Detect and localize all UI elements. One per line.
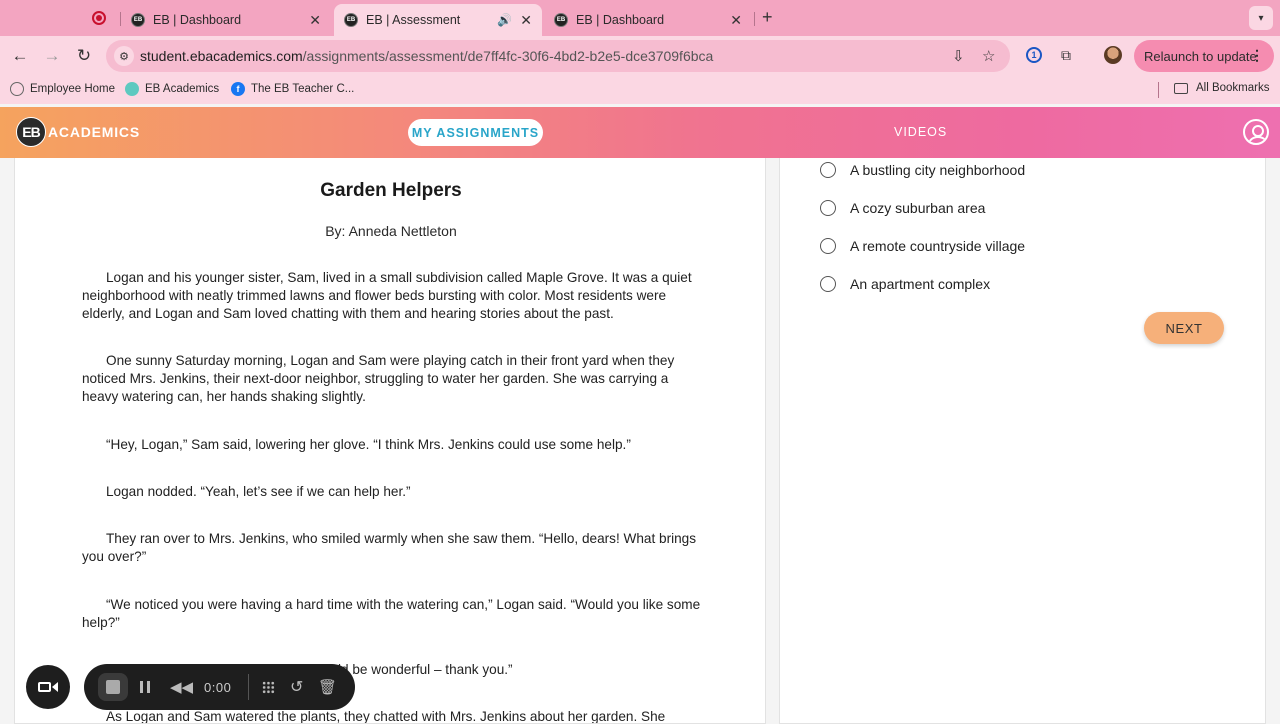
profile-avatar[interactable] xyxy=(1104,46,1122,64)
relaunch-label: Relaunch to update xyxy=(1144,48,1257,64)
user-account-icon[interactable] xyxy=(1243,119,1269,145)
passage-paragraph: Logan and his younger sister, Sam, lived… xyxy=(82,270,692,322)
eb-favicon-icon: EB xyxy=(131,13,145,27)
relaunch-to-update-button[interactable]: Relaunch to update ⋮ xyxy=(1134,40,1274,72)
camera-toggle-button[interactable] xyxy=(26,665,70,709)
reading-passage-panel: Garden Helpers By: Anneda Nettleton Loga… xyxy=(14,158,766,724)
bookmarks-separator xyxy=(1158,82,1159,98)
answer-option[interactable]: A cozy suburban area xyxy=(820,200,985,216)
tab-title: EB | Dashboard xyxy=(576,13,665,27)
url-text[interactable]: student.ebacademics.com/assignments/asse… xyxy=(140,48,713,64)
close-tab-icon[interactable]: ✕ xyxy=(309,12,321,29)
rewind-icon[interactable]: ◀◀ xyxy=(170,677,193,697)
address-bar[interactable]: ⚙ student.ebacademics.com/assignments/as… xyxy=(106,40,1010,72)
option-label: An apartment complex xyxy=(850,276,991,292)
option-label: A remote countryside village xyxy=(850,238,1026,254)
pause-icon xyxy=(140,681,150,693)
passage-paragraph: One sunny Saturday morning, Logan and Sa… xyxy=(82,353,675,405)
restart-icon[interactable]: ↺ xyxy=(290,677,303,697)
tab-title: EB | Assessment xyxy=(366,13,461,27)
tab-dashboard-1[interactable]: EB EB | Dashboard ✕ xyxy=(121,4,331,36)
close-tab-icon[interactable]: ✕ xyxy=(520,12,532,29)
bookmark-eb-academics[interactable]: EB Academics xyxy=(125,82,219,96)
reload-icon[interactable]: ↻ xyxy=(72,44,96,68)
new-tab-button[interactable]: + xyxy=(762,7,773,28)
install-app-icon[interactable]: ⇩ xyxy=(952,47,965,65)
close-tab-icon[interactable]: ✕ xyxy=(730,12,742,29)
drag-handle[interactable] xyxy=(262,677,275,697)
recorder-controls: ◀◀ 0:00 ↺ 🗑 xyxy=(84,664,355,710)
facebook-icon: f xyxy=(231,82,245,96)
answer-option[interactable]: A bustling city neighborhood xyxy=(820,162,1025,178)
all-bookmarks-button[interactable]: All Bookmarks xyxy=(1174,82,1270,94)
passage-paragraph: As Logan and Sam watered the plants, the… xyxy=(106,709,666,724)
eb-academics-logo[interactable]: EB ACADEMICS xyxy=(16,117,140,147)
bookmark-eb-teacher[interactable]: f The EB Teacher C... xyxy=(231,82,354,96)
radio-button[interactable] xyxy=(820,162,836,178)
passage-paragraph: “We noticed you were having a hard time … xyxy=(82,597,701,631)
passage-paragraph: ld be wonderful – thank you.” xyxy=(338,662,513,677)
tab-title: EB | Dashboard xyxy=(153,13,242,27)
site-info-icon[interactable]: ⚙ xyxy=(114,46,134,66)
passage-byline: By: Anneda Nettleton xyxy=(325,223,457,239)
logo-word: ACADEMICS xyxy=(48,124,140,140)
passage-paragraph: “Hey, Logan,” Sam said, lowering her glo… xyxy=(106,437,631,452)
stop-recording-button[interactable] xyxy=(98,673,128,701)
recording-timer: 0:00 xyxy=(204,679,232,695)
nav-videos[interactable]: VIDEOS xyxy=(894,125,947,139)
tab-search-chevron-icon[interactable]: ▾ xyxy=(1249,6,1273,30)
option-label: A cozy suburban area xyxy=(850,200,986,216)
password-manager-icon[interactable]: 1 xyxy=(1026,47,1042,63)
browser-tab-strip: EB EB | Dashboard ✕ EB EB | Assessment 🔊… xyxy=(0,0,1280,36)
bookmark-label: EB Academics xyxy=(145,83,220,95)
tab-assessment[interactable]: EB EB | Assessment 🔊 ✕ xyxy=(334,4,542,36)
passage-paragraph: Logan nodded. “Yeah, let’s see if we can… xyxy=(106,484,411,499)
eb-academics-icon xyxy=(125,82,139,96)
all-bookmarks-label: All Bookmarks xyxy=(1196,82,1270,94)
passage-paragraph: They ran over to Mrs. Jenkins, who smile… xyxy=(82,531,697,565)
eb-favicon-icon: EB xyxy=(554,13,568,27)
question-panel: A bustling city neighborhood A cozy subu… xyxy=(779,158,1266,724)
trash-icon[interactable]: 🗑 xyxy=(318,677,337,697)
video-camera-icon xyxy=(38,682,51,692)
forward-arrow-icon[interactable]: → xyxy=(40,44,64,68)
camera-lens-icon xyxy=(52,682,58,692)
bookmark-label: Employee Home xyxy=(30,83,116,95)
logo-mark: EB xyxy=(16,117,46,147)
back-arrow-icon[interactable]: ← xyxy=(8,44,32,68)
recording-indicator-icon xyxy=(92,11,106,25)
option-label: A bustling city neighborhood xyxy=(850,162,1026,178)
gauge-icon xyxy=(10,82,24,96)
recorder-separator xyxy=(248,674,249,700)
eb-favicon-icon: EB xyxy=(344,13,358,27)
speaker-icon[interactable]: 🔊 xyxy=(497,13,512,27)
extensions-puzzle-icon[interactable]: ⧉ xyxy=(1056,45,1076,65)
kebab-menu-icon[interactable]: ⋮ xyxy=(1250,47,1264,64)
pause-button[interactable] xyxy=(140,677,150,697)
bookmarks-bar: Employee Home EB Academics f The EB Teac… xyxy=(0,76,1280,104)
radio-button[interactable] xyxy=(820,200,836,216)
bookmark-label: The EB Teacher C... xyxy=(251,83,355,95)
folder-icon xyxy=(1174,82,1188,94)
bookmark-employee-home[interactable]: Employee Home xyxy=(10,82,115,96)
passage-title: Garden Helpers xyxy=(320,180,462,201)
answer-option[interactable]: An apartment complex xyxy=(820,276,990,292)
browser-toolbar: ← → ↻ ⚙ student.ebacademics.com/assignme… xyxy=(0,36,1280,76)
tab-separator xyxy=(754,12,755,26)
nav-my-assignments[interactable]: MY ASSIGNMENTS xyxy=(408,119,543,146)
radio-button[interactable] xyxy=(820,238,836,254)
next-button[interactable]: NEXT xyxy=(1144,312,1224,344)
bookmark-star-icon[interactable]: ☆ xyxy=(982,47,995,65)
radio-button[interactable] xyxy=(820,276,836,292)
answer-option[interactable]: A remote countryside village xyxy=(820,238,1025,254)
app-header: EB ACADEMICS MY ASSIGNMENTS VIDEOS xyxy=(0,107,1280,158)
grip-dots-icon xyxy=(262,680,275,694)
tab-dashboard-2[interactable]: EB EB | Dashboard ✕ xyxy=(544,4,752,36)
